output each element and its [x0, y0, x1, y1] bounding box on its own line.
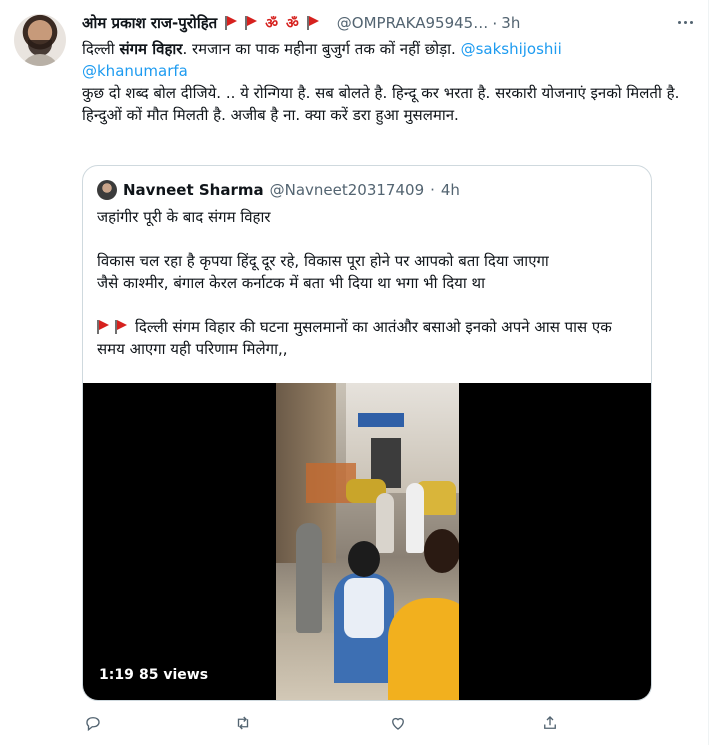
author-avatar[interactable]	[14, 14, 66, 66]
quoted-tweet-timestamp[interactable]: 4h	[441, 181, 460, 199]
quoted-paragraph: जैसे काश्मीर, बंगाल केरल कर्नाटक में बता…	[97, 274, 486, 292]
red-flag-icon	[306, 16, 319, 30]
share-icon[interactable]	[539, 712, 561, 734]
like-icon[interactable]	[387, 712, 409, 734]
quoted-tweet-header: Navneet Sharma @Navneet20317409 · 4h	[97, 180, 460, 200]
author-name[interactable]: ओम प्रकाश राज-पुरोहित	[82, 13, 217, 33]
quoted-tweet[interactable]: Navneet Sharma @Navneet20317409 · 4h जहा…	[82, 165, 652, 701]
quoted-paragraph-flags: दिल्ली संगम विहार की घटना मुसलमानों का आ…	[97, 316, 637, 360]
red-flag-icon	[115, 320, 127, 334]
red-flag-icon	[97, 320, 109, 334]
author-handle[interactable]: @OMPRAKA95945…	[337, 14, 488, 32]
tweet-header: ओम प्रकाश राज-पुरोहित ॐ ॐ @OMPRAKA95945……	[82, 12, 687, 34]
separator-dot: ·	[430, 181, 435, 199]
more-icon[interactable]	[675, 12, 695, 32]
name-emojis: ॐ ॐ	[225, 14, 319, 33]
reply-icon[interactable]	[82, 712, 104, 734]
quoted-author-avatar[interactable]	[97, 180, 117, 200]
retweet-icon[interactable]	[232, 712, 254, 734]
tweet-text-body: कुछ दो शब्द बोल दीजिये. .. ये रोन्गिया ह…	[82, 84, 680, 124]
quoted-paragraph: विकास चल रहा है कृपया हिंदू दूर रहे, विक…	[97, 252, 549, 270]
mention-link[interactable]: @sakshijoshii	[461, 40, 562, 58]
separator-dot: ·	[492, 13, 498, 33]
quoted-paragraph: दिल्ली संगम विहार की घटना मुसलमानों का आ…	[97, 318, 612, 358]
red-flag-icon	[225, 16, 237, 30]
tweet-actions	[82, 712, 562, 738]
tweet-text-segment: दिल्ली	[82, 40, 120, 58]
video-player[interactable]: 1:19 85 views	[83, 383, 651, 700]
tweet-text: दिल्ली संगम विहार. रमजान का पाक महीना बु…	[82, 38, 682, 126]
tweet-timestamp[interactable]: 3h	[501, 14, 520, 32]
om-symbol: ॐ	[286, 15, 299, 32]
quoted-author-handle[interactable]: @Navneet20317409	[270, 181, 424, 199]
om-symbol: ॐ	[265, 15, 278, 32]
quoted-paragraph: जहांगीर पूरी के बाद संगम विहार	[97, 208, 271, 226]
mention-link[interactable]: @khanumarfa	[82, 62, 188, 80]
red-flag-icon	[245, 16, 257, 30]
video-views: 85 views	[139, 667, 209, 683]
video-duration: 1:19	[99, 667, 134, 683]
video-frame[interactable]	[276, 383, 459, 700]
tweet-text-bold: संगम विहार	[119, 40, 183, 58]
quoted-tweet-text: जहांगीर पूरी के बाद संगम विहार विकास चल …	[97, 206, 637, 360]
tweet-text-segment: . रमजान का पाक महीना बुजुर्ग तक कों नहीं…	[182, 40, 461, 58]
quoted-author-name[interactable]: Navneet Sharma	[123, 181, 264, 199]
